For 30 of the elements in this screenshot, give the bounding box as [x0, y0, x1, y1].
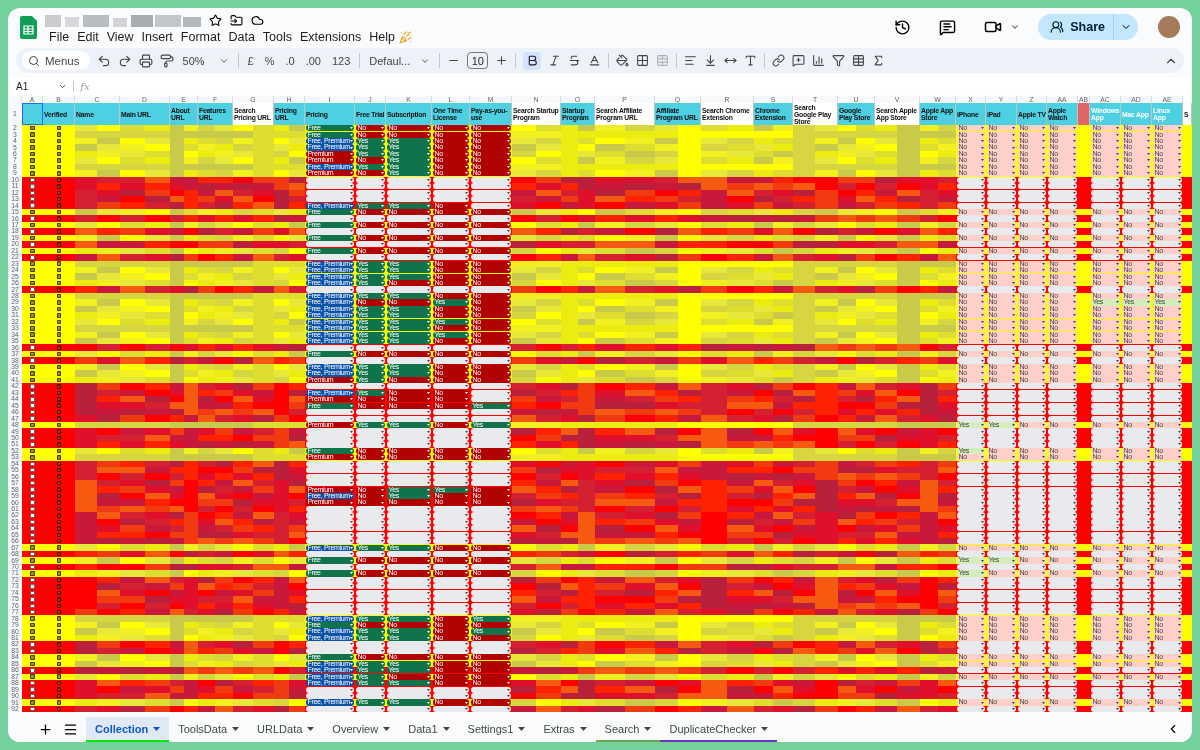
- share-button[interactable]: Share: [1038, 14, 1114, 40]
- menu-item[interactable]: File: [45, 30, 74, 44]
- menu-item[interactable]: View: [102, 30, 138, 44]
- number-format-button[interactable]: 123: [329, 54, 353, 67]
- increase-decimal-button[interactable]: .00: [303, 54, 323, 67]
- sheet-tab[interactable]: Extras: [534, 716, 596, 742]
- sheet-tab[interactable]: ToolsData: [169, 716, 249, 742]
- sheet-tab[interactable]: Search: [595, 716, 661, 742]
- sheet-tab[interactable]: Settings1: [458, 716, 535, 742]
- font-size-field[interactable]: 10: [467, 52, 489, 69]
- sheet-tab[interactable]: Data1: [399, 716, 459, 742]
- font-dropdown[interactable]: Defaul...: [367, 54, 433, 67]
- sheet-tab[interactable]: Collection: [86, 716, 170, 742]
- currency-button[interactable]: £: [245, 54, 256, 67]
- menu-item[interactable]: Help: [365, 30, 399, 44]
- menu-search-field[interactable]: Menus: [22, 51, 90, 70]
- zoom-dropdown[interactable]: 50%: [180, 54, 231, 67]
- name-box[interactable]: A1: [16, 80, 75, 92]
- sheet-tab[interactable]: URLData: [248, 716, 324, 742]
- sheet-tab[interactable]: DuplicateChecker: [660, 716, 778, 742]
- fx-label: fx: [80, 80, 90, 92]
- menu-item[interactable]: Data: [224, 30, 259, 44]
- sheet-tab[interactable]: Overview: [323, 716, 400, 742]
- menu-item[interactable]: Tools: [258, 30, 297, 44]
- decrease-decimal-button[interactable]: .0: [283, 54, 297, 67]
- menu-item[interactable]: Edit: [73, 30, 103, 44]
- menu-item[interactable]: Insert: [137, 30, 177, 44]
- menu-item[interactable]: Format: [176, 30, 225, 44]
- percent-button[interactable]: %: [262, 54, 277, 67]
- menu-item[interactable]: Extensions: [296, 30, 366, 44]
